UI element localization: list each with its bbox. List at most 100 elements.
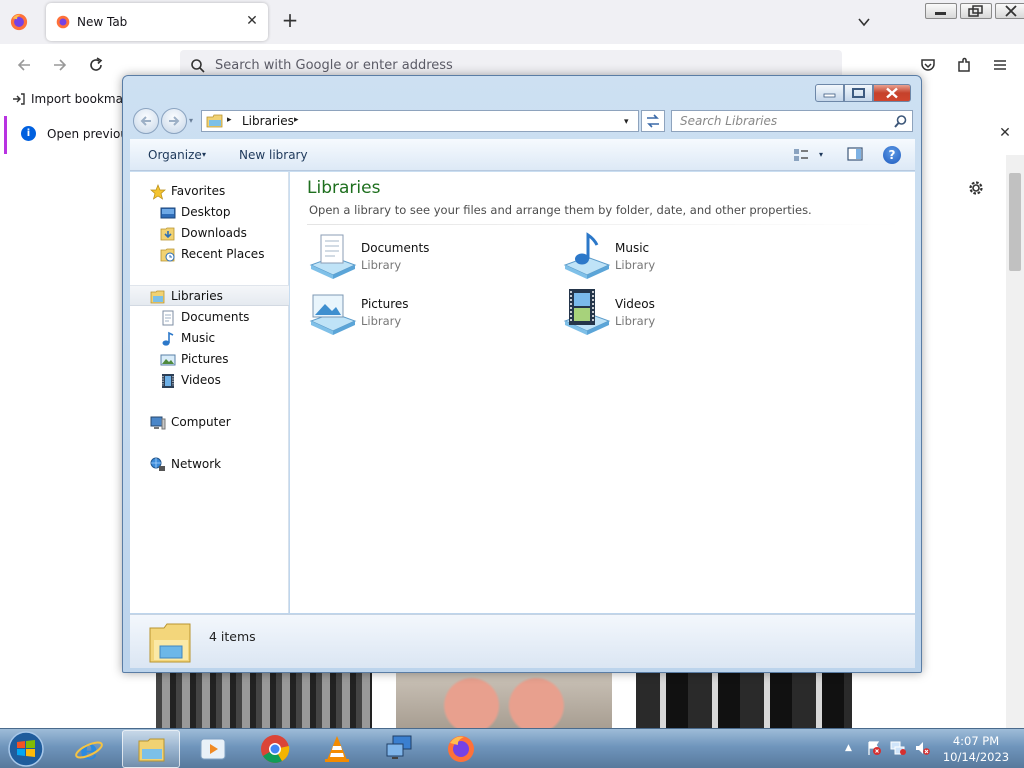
navigation-pane: Favorites Desktop Downloads Recent Place… xyxy=(130,172,289,613)
taskbar-windows-media-center[interactable] xyxy=(184,730,242,768)
library-name: Pictures xyxy=(361,297,409,311)
library-type: Library xyxy=(615,258,656,272)
command-bar: Organize ▾ New library ▾ ? xyxy=(130,139,915,171)
forward-button[interactable] xyxy=(161,108,187,134)
nav-item-network[interactable]: Network xyxy=(130,454,289,475)
pocket-icon[interactable] xyxy=(919,56,937,74)
search-placeholder: Search Libraries xyxy=(680,114,778,128)
nav-item-computer[interactable]: Computer xyxy=(130,412,289,433)
info-icon: i xyxy=(21,126,36,141)
address-bar[interactable]: ▸ Libraries ▸ ▾ xyxy=(201,110,639,132)
organize-dropdown-icon[interactable]: ▾ xyxy=(202,150,206,159)
new-tab-button[interactable]: + xyxy=(280,10,300,31)
close-button[interactable] xyxy=(873,84,911,102)
nav-label: Downloads xyxy=(181,226,247,240)
firefox-icon xyxy=(448,736,474,762)
taskbar-vlc[interactable] xyxy=(308,730,366,768)
clock-date: 10/14/2023 xyxy=(942,750,1010,764)
tab-close-icon[interactable]: ✕ xyxy=(244,13,260,29)
media-player-icon xyxy=(200,738,226,760)
system-clock[interactable]: 4:07 PM 10/14/2023 xyxy=(938,733,1014,765)
nav-label: Pictures xyxy=(181,352,229,366)
libraries-folder-icon xyxy=(150,290,165,304)
browser-window-controls xyxy=(925,3,1024,20)
browser-restore-button[interactable] xyxy=(960,3,992,19)
taskbar-windows-explorer[interactable] xyxy=(122,730,180,768)
preview-pane-icon[interactable] xyxy=(847,147,863,161)
back-arrow-icon[interactable] xyxy=(15,56,33,74)
view-options-dropdown-icon[interactable]: ▾ xyxy=(819,150,823,159)
help-button[interactable]: ? xyxy=(883,146,901,164)
show-hidden-icons-arrow[interactable]: ▲ xyxy=(845,743,852,753)
nav-item-desktop[interactable]: Desktop xyxy=(130,202,289,223)
library-item-music[interactable]: Music Library xyxy=(561,231,791,281)
list-tabs-icon[interactable] xyxy=(856,14,872,30)
pictures-library-icon xyxy=(309,294,357,335)
browser-close-button[interactable] xyxy=(995,3,1024,19)
nav-item-downloads[interactable]: Downloads xyxy=(130,223,289,244)
import-icon xyxy=(13,93,25,105)
nav-label: Computer xyxy=(171,415,231,429)
browser-tab[interactable]: New Tab ✕ xyxy=(46,3,268,41)
library-name: Documents xyxy=(361,241,430,255)
taskbar-internet-explorer[interactable]: e xyxy=(60,730,118,768)
window-caption-buttons xyxy=(815,84,911,102)
library-item-videos[interactable]: Videos Library xyxy=(561,287,791,337)
nav-item-pictures[interactable]: Pictures xyxy=(130,349,289,370)
organize-button[interactable]: Organize xyxy=(148,148,202,162)
downloads-folder-icon xyxy=(160,227,175,241)
app-menu-icon[interactable] xyxy=(991,56,1009,74)
start-button[interactable] xyxy=(5,729,47,768)
new-library-button[interactable]: New library xyxy=(239,148,308,162)
film-strip-icon xyxy=(162,374,174,388)
library-item-pictures[interactable]: Pictures Library xyxy=(307,287,537,337)
firefox-logo-icon[interactable] xyxy=(10,13,28,31)
address-dropdown-icon[interactable]: ▾ xyxy=(624,117,629,127)
taskbar-google-chrome[interactable] xyxy=(246,730,304,768)
star-icon xyxy=(150,184,166,200)
gear-icon[interactable] xyxy=(966,178,986,198)
maximize-button[interactable] xyxy=(844,84,873,102)
recent-pages-dropdown[interactable]: ▾ xyxy=(189,116,199,126)
library-item-documents[interactable]: Documents Library xyxy=(307,231,537,281)
taskbar-firefox[interactable] xyxy=(432,730,490,768)
libraries-explorer-window: ▾ ▸ Libraries ▸ ▾ Search Libraries Organ… xyxy=(122,75,922,673)
top-site-thumbnail[interactable] xyxy=(636,672,852,728)
browser-minimize-button[interactable] xyxy=(925,3,957,19)
action-center-flag-icon[interactable] xyxy=(866,740,882,756)
change-view-icon[interactable] xyxy=(793,148,809,162)
search-box[interactable]: Search Libraries xyxy=(671,110,913,132)
nav-item-libraries[interactable]: Libraries xyxy=(130,285,289,306)
nav-item-videos[interactable]: Videos xyxy=(130,370,289,391)
clock-time: 4:07 PM xyxy=(952,734,1000,748)
nav-label: Documents xyxy=(181,310,250,324)
top-site-thumbnail[interactable] xyxy=(396,672,612,728)
notification-close-icon[interactable]: ✕ xyxy=(997,125,1013,141)
taskbar-remote-desktop[interactable] xyxy=(370,730,428,768)
documents-icon xyxy=(162,310,174,326)
search-icon[interactable] xyxy=(894,115,907,128)
volume-muted-icon[interactable] xyxy=(914,740,930,756)
scrollbar-thumb[interactable] xyxy=(1009,173,1021,271)
breadcrumb-separator[interactable]: ▸ xyxy=(294,115,299,125)
extensions-icon[interactable] xyxy=(955,56,973,74)
forward-arrow-icon[interactable] xyxy=(51,56,69,74)
page-scrollbar[interactable] xyxy=(1006,155,1024,728)
chrome-icon xyxy=(261,735,290,763)
refresh-button[interactable] xyxy=(641,110,665,132)
reload-icon[interactable] xyxy=(87,56,105,74)
music-library-icon xyxy=(563,232,611,279)
breadcrumb-separator[interactable]: ▸ xyxy=(227,115,232,125)
nav-item-favorites[interactable]: Favorites xyxy=(130,181,289,202)
library-name: Music xyxy=(615,241,650,255)
back-button[interactable] xyxy=(133,108,159,134)
network-status-icon[interactable] xyxy=(890,740,906,756)
top-site-thumbnail[interactable] xyxy=(156,672,372,728)
nav-item-recent-places[interactable]: Recent Places xyxy=(130,244,289,265)
minimize-button[interactable] xyxy=(815,84,844,102)
nav-item-music[interactable]: Music xyxy=(130,328,289,349)
breadcrumb-libraries[interactable]: Libraries xyxy=(242,114,294,128)
nav-label: Network xyxy=(171,457,222,471)
nav-item-documents[interactable]: Documents xyxy=(130,307,289,328)
details-pane: 4 items xyxy=(130,614,915,668)
